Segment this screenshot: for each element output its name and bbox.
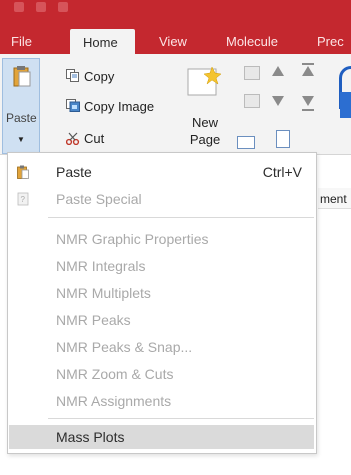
menu-item-paste[interactable]: Paste Ctrl+V	[8, 160, 316, 184]
menu-item-label: NMR Assignments	[56, 393, 172, 409]
bottom-bar-icon	[302, 109, 314, 111]
ribbon-blue-icon[interactable]	[340, 92, 351, 118]
text-box-icon[interactable]	[237, 136, 255, 149]
menu-item-label: NMR Zoom & Cuts	[56, 366, 174, 382]
scissors-icon	[66, 132, 80, 145]
menu-item-nmr-integrals[interactable]: NMR Integrals	[8, 254, 316, 278]
top-bar-icon	[302, 63, 314, 65]
menu-item-label: NMR Peaks	[56, 312, 131, 328]
menu-item-nmr-graphic-properties[interactable]: NMR Graphic Properties	[8, 227, 316, 251]
menu-separator	[48, 418, 314, 419]
menu-item-label: NMR Integrals	[56, 258, 146, 274]
copy-image-button[interactable]: Copy Image	[84, 99, 154, 114]
menu-item-label: Paste Special	[56, 191, 142, 207]
copy-image-icon	[66, 99, 80, 112]
bring-forward-button[interactable]	[244, 66, 260, 80]
move-bottom-icon[interactable]	[302, 96, 314, 106]
ribbon-tab-bar: File Home View Molecule Prec	[0, 14, 351, 54]
quick-access-icon[interactable]	[14, 2, 24, 12]
paste-dropdown-menu: Paste Ctrl+V ? Paste Special NMR Graphic…	[7, 152, 317, 454]
menu-item-nmr-assignments[interactable]: NMR Assignments	[8, 389, 316, 413]
ribbon-panel: Paste ▼ Copy Copy Image Cut New Page	[0, 54, 351, 155]
copy-icon	[66, 69, 79, 82]
new-page-label-2: Page	[189, 132, 221, 147]
move-top-icon[interactable]	[302, 66, 314, 76]
menu-separator	[48, 217, 314, 218]
menu-item-label: NMR Multiplets	[56, 285, 151, 301]
menu-item-label: Mass Plots	[56, 429, 125, 445]
chevron-down-icon[interactable]: ▼	[17, 135, 25, 144]
menu-item-nmr-peaks-snap[interactable]: NMR Peaks & Snap...	[8, 335, 316, 359]
new-page-icon	[187, 67, 221, 96]
tab-file[interactable]: File	[11, 34, 32, 49]
paste-button[interactable]: Paste ▼	[2, 58, 40, 154]
cut-button[interactable]: Cut	[84, 131, 104, 146]
send-backward-button[interactable]	[244, 94, 260, 108]
menu-item-label: Paste	[56, 164, 92, 180]
tab-molecule[interactable]: Molecule	[226, 34, 278, 49]
clipboard-icon	[17, 165, 29, 179]
menu-item-shortcut: Ctrl+V	[262, 164, 302, 180]
menu-item-nmr-multiplets[interactable]: NMR Multiplets	[8, 281, 316, 305]
title-bar	[0, 0, 351, 14]
menu-item-mass-plots[interactable]: Mass Plots	[9, 425, 314, 449]
copy-button[interactable]: Copy	[84, 69, 114, 84]
menu-item-nmr-zoom-cuts[interactable]: NMR Zoom & Cuts	[8, 362, 316, 386]
tab-prec[interactable]: Prec	[317, 34, 344, 49]
quick-access-icon[interactable]	[58, 2, 68, 12]
tab-home[interactable]: Home	[70, 29, 135, 54]
move-down-icon[interactable]	[272, 96, 284, 106]
menu-item-paste-special[interactable]: ? Paste Special	[8, 187, 316, 211]
menu-item-label: NMR Peaks & Snap...	[56, 339, 193, 355]
clipboard-icon	[13, 66, 31, 87]
quick-access-icon[interactable]	[36, 2, 46, 12]
paste-label: Paste	[6, 111, 37, 125]
paste-special-icon: ?	[17, 192, 29, 206]
tab-view[interactable]: View	[159, 34, 187, 49]
menu-item-nmr-peaks[interactable]: NMR Peaks	[8, 308, 316, 332]
side-panel-tab[interactable]: ment	[318, 188, 351, 209]
new-page-label-1: New	[191, 115, 218, 130]
move-up-icon[interactable]	[272, 66, 284, 76]
menu-item-label: NMR Graphic Properties	[56, 231, 209, 247]
document-icon[interactable]	[276, 130, 290, 148]
new-page-button[interactable]: New Page	[181, 62, 233, 152]
svg-text:?: ?	[21, 195, 26, 204]
